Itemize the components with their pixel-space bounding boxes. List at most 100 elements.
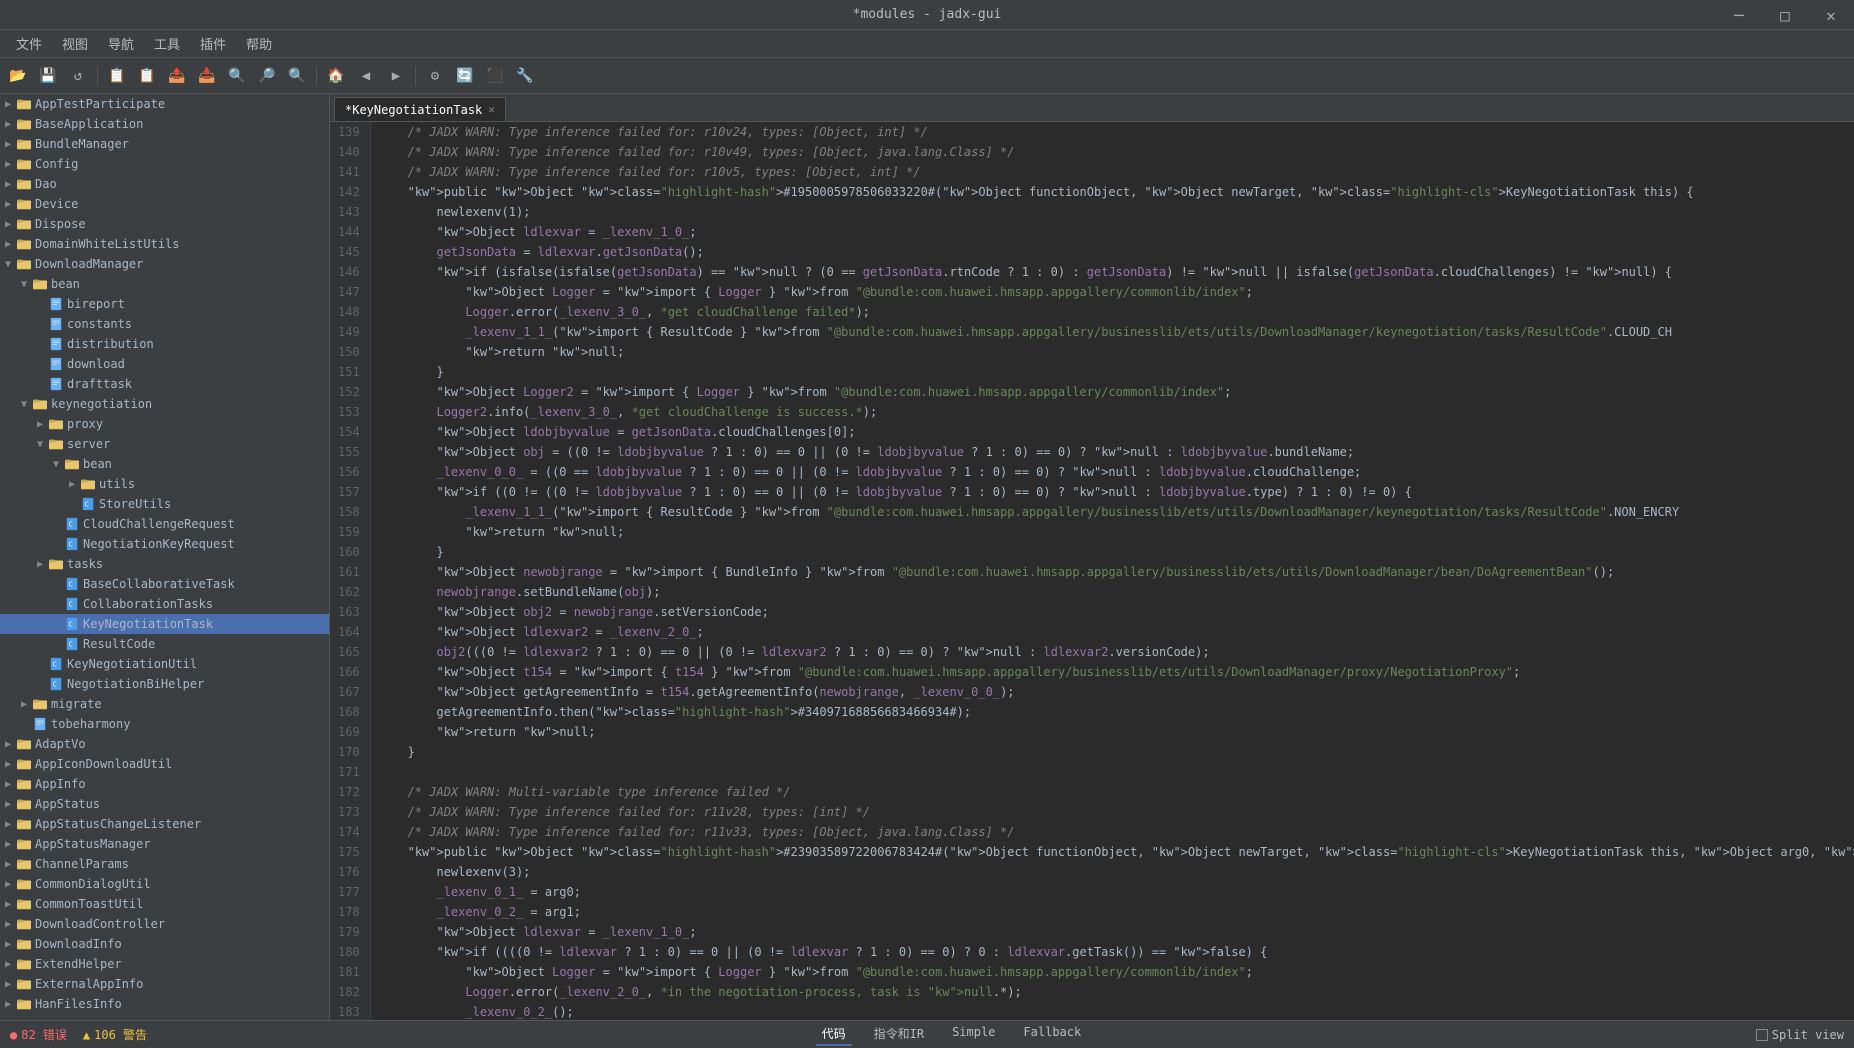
errors-indicator[interactable]: ● 82 错误 [10,1026,67,1043]
tree-item[interactable]: CCloudChallengeRequest [0,514,329,534]
tree-item[interactable]: CNegotiationBiHelper [0,674,329,694]
menu-tools[interactable]: 工具 [146,31,188,56]
toolbar-btn7[interactable]: 🔧 [511,62,539,90]
menu-view[interactable]: 视图 [54,31,96,56]
tree-item[interactable]: bireport [0,294,329,314]
tab-code[interactable]: 代码 [816,1023,852,1046]
tab-keynegotiationtask[interactable]: *KeyNegotiationTask ✕ [334,97,506,121]
file-tree[interactable]: ▶AppTestParticipate▶BaseApplication▶Bund… [0,94,330,1020]
warnings-indicator[interactable]: ▲ 106 警告 [83,1026,147,1043]
tab-close-button[interactable]: ✕ [488,103,495,116]
tree-item[interactable]: ▶migrate [0,694,329,714]
svg-text:C: C [69,541,73,549]
close-button[interactable]: ✕ [1808,0,1854,30]
menu-nav[interactable]: 导航 [100,31,142,56]
toolbar-zoom-out[interactable]: 🔍 [283,62,311,90]
menu-plugins[interactable]: 插件 [192,31,234,56]
tree-item[interactable]: ▶ExternalAppInfo [0,974,329,994]
toolbar-forward[interactable]: ▶ [382,62,410,90]
tree-item[interactable]: CStoreUtils [0,494,329,514]
toolbar-zoom-in[interactable]: 🔎 [253,62,281,90]
tree-item[interactable]: ▶AppStatusManager [0,834,329,854]
tree-item[interactable]: CKeyNegotiationTask [0,614,329,634]
tree-item[interactable]: ▶proxy [0,414,329,434]
toolbar-btn1[interactable]: 📋 [103,62,131,90]
tree-arrow-icon: ▶ [0,919,16,930]
toolbar-open[interactable]: 📂 [4,62,32,90]
tree-item[interactable]: constants [0,314,329,334]
tree-item[interactable]: ▶HanFilesInfo [0,994,329,1014]
tree-item[interactable]: ▶DownloadController [0,914,329,934]
tree-item[interactable]: ▶DownloadInfo [0,934,329,954]
code-line-row: 171 [330,762,1854,782]
tree-item[interactable]: CBaseCollaborativeTask [0,574,329,594]
tree-item[interactable]: ▶Device [0,194,329,214]
line-content: "kw">return "kw">null; [370,342,1854,362]
tree-item-icon [16,156,32,172]
tree-item[interactable]: ▶AppStatus [0,794,329,814]
line-number: 180 [330,942,370,962]
code-line-row: 170 } [330,742,1854,762]
tree-item[interactable]: ▼DownloadManager [0,254,329,274]
tree-item[interactable]: ▼server [0,434,329,454]
tree-item[interactable]: CResultCode [0,634,329,654]
tree-item-label: utils [99,477,135,491]
tree-item[interactable]: ▶ExtendHelper [0,954,329,974]
tree-item[interactable]: ▶Config [0,154,329,174]
toolbar-home[interactable]: 🏠 [322,62,350,90]
tree-item-icon [32,276,48,292]
tree-arrow-icon: ▶ [0,899,16,910]
tab-fallback[interactable]: Fallback [1017,1023,1087,1046]
tree-item[interactable]: ▶AppStatusChangeListener [0,814,329,834]
tree-item[interactable]: ▶AppTestParticipate [0,94,329,114]
toolbar-btn6[interactable]: ⬛ [481,62,509,90]
tree-item[interactable]: ▶DomainWhiteListUtils [0,234,329,254]
code-editor[interactable]: 139 /* JADX WARN: Type inference failed … [330,122,1854,1020]
tree-item[interactable]: ▶utils [0,474,329,494]
tree-item[interactable]: ▶AdaptVo [0,734,329,754]
minimize-button[interactable]: ─ [1716,0,1762,30]
tree-item[interactable]: ▶Dao [0,174,329,194]
tree-item[interactable]: CKeyNegotiationUtil [0,654,329,674]
tree-item[interactable]: ▼bean [0,454,329,474]
toolbar-back[interactable]: ◀ [352,62,380,90]
tree-item[interactable]: ▶CommonDialogUtil [0,874,329,894]
main-area: ▶AppTestParticipate▶BaseApplication▶Bund… [0,94,1854,1020]
tree-item[interactable]: ▶Dispose [0,214,329,234]
tree-item[interactable]: download [0,354,329,374]
tree-item[interactable]: ▶tasks [0,554,329,574]
tree-item[interactable]: CNegotiationKeyRequest [0,534,329,554]
toolbar-btn2[interactable]: 📋 [133,62,161,90]
tree-item[interactable]: ▼keynegotiation [0,394,329,414]
tree-item[interactable]: ▶CommonToastUtil [0,894,329,914]
tree-item-icon [16,176,32,192]
tab-ir[interactable]: 指令和IR [868,1023,930,1046]
tab-simple[interactable]: Simple [946,1023,1001,1046]
split-view-toggle[interactable]: Split view [1756,1028,1844,1042]
toolbar-decompile[interactable]: ⚙ [421,62,449,90]
code-line-row: 173 /* JADX WARN: Type inference failed … [330,802,1854,822]
tree-item[interactable]: ▶BundleManager [0,134,329,154]
tree-item[interactable]: ▼bean [0,274,329,294]
tree-item[interactable]: ▶BaseApplication [0,114,329,134]
toolbar-refresh[interactable]: ↺ [64,62,92,90]
toolbar-sep1 [97,66,98,86]
split-checkbox[interactable] [1756,1029,1768,1041]
toolbar-btn5[interactable]: 🔄 [451,62,479,90]
maximize-button[interactable]: □ [1762,0,1808,30]
tree-item[interactable]: distribution [0,334,329,354]
tree-item-icon [64,456,80,472]
tree-item[interactable]: tobeharmony [0,714,329,734]
tree-item[interactable]: ▶ChannelParams [0,854,329,874]
toolbar-search[interactable]: 🔍 [223,62,251,90]
menu-help[interactable]: 帮助 [238,31,280,56]
tree-item[interactable]: ▶AppInfo [0,774,329,794]
toolbar-btn3[interactable]: 📤 [163,62,191,90]
tree-item-icon [16,876,32,892]
tree-item[interactable]: drafttask [0,374,329,394]
tree-item[interactable]: ▶AppIconDownloadUtil [0,754,329,774]
toolbar-save[interactable]: 💾 [34,62,62,90]
toolbar-btn4[interactable]: 📥 [193,62,221,90]
tree-item[interactable]: CCollaborationTasks [0,594,329,614]
menu-file[interactable]: 文件 [8,31,50,56]
